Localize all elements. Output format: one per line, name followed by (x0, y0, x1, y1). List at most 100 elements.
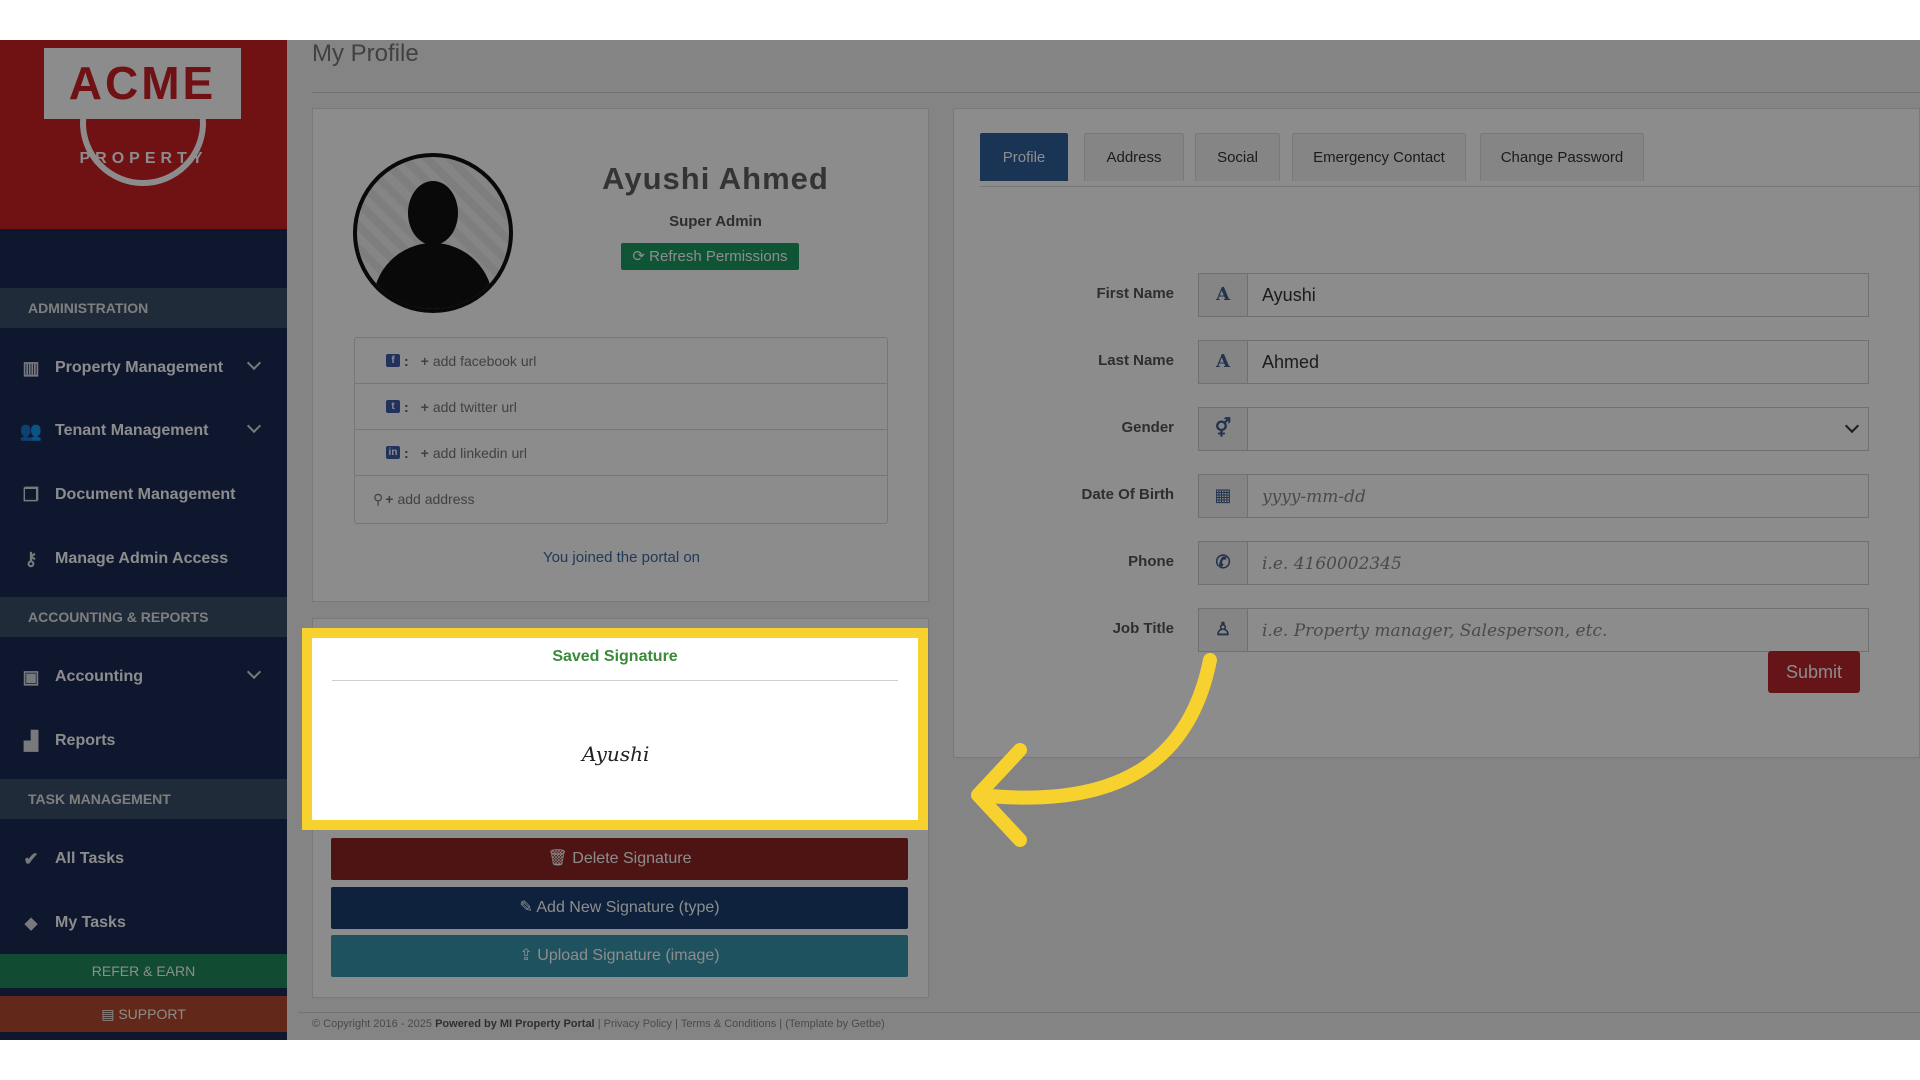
footer-copyright: © Copyright 2016 - 2025 (312, 1018, 433, 1030)
sidebar-item-property-management[interactable]: ▥ Property Management (0, 340, 287, 396)
logo-text: ACME (44, 48, 241, 119)
sidebar-item-tenant-management[interactable]: 👥 Tenant Management (0, 403, 287, 459)
phone-row: Phone ✆ (954, 541, 1920, 585)
support-label: SUPPORT (118, 1006, 186, 1022)
plus-icon: + (420, 398, 429, 415)
social-links-list: f: + add facebook url t: + add twitter url… (354, 337, 888, 524)
edit-icon: ✎ (519, 899, 537, 916)
footer-template: (Template by Getbe) (785, 1018, 885, 1030)
support-button[interactable]: ▤ SUPPORT (0, 996, 287, 1032)
gender-label: Gender (1121, 419, 1174, 436)
add-linkedin-link[interactable]: add linkedin url (433, 445, 527, 461)
map-marker-icon: ⚲ (373, 490, 384, 507)
footer-powered-by[interactable]: Powered by MI Property Portal (435, 1018, 595, 1030)
refresh-label: Refresh Permissions (649, 248, 788, 265)
refer-earn-button[interactable]: REFER & EARN (0, 954, 287, 988)
delete-signature-label: Delete Signature (572, 850, 692, 867)
last-name-row: Last Name A (954, 340, 1920, 384)
support-icon: ▤ (101, 1006, 119, 1022)
job-title-input[interactable] (1247, 608, 1869, 652)
sidebar: ACME PROPERTY ADMINISTRATION ▥ Property … (0, 40, 287, 1040)
footer-links[interactable]: | Privacy Policy | Terms & Conditions | (598, 1018, 782, 1030)
social-row-twitter[interactable]: t: + add twitter url (355, 384, 887, 430)
sidebar-item-label: Tenant Management (55, 422, 209, 439)
bar-chart-icon: ▟ (24, 730, 38, 751)
tab-emergency-contact[interactable]: Emergency Contact (1292, 133, 1466, 181)
chevron-down-icon (246, 355, 262, 371)
documents-icon: ❐ (22, 484, 40, 505)
building-icon: ▥ (22, 357, 40, 378)
callout-arrow-icon (971, 653, 1217, 847)
job-title-label: Job Title (1112, 620, 1174, 637)
sidebar-item-my-tasks[interactable]: ⬥ My Tasks (0, 895, 287, 951)
footer: © Copyright 2016 - 2025 Powered by MI Pr… (298, 1012, 1920, 1040)
social-row-facebook[interactable]: f: + add facebook url (355, 338, 887, 384)
section-task-management: TASK MANAGEMENT (0, 779, 287, 819)
users-icon: 👥 (19, 420, 43, 441)
social-row-address[interactable]: ⚲ + add address (355, 476, 887, 522)
sidebar-item-document-management[interactable]: ❐ Document Management (0, 467, 287, 523)
phone-input[interactable] (1247, 541, 1869, 585)
upload-signature-label: Upload Signature (image) (537, 947, 720, 964)
linkedin-icon: in (386, 446, 400, 459)
delete-signature-button[interactable]: 🗑 Delete Signature (331, 838, 908, 880)
saved-signature-title: Saved Signature (552, 648, 678, 665)
phone-icon: ✆ (1198, 541, 1247, 585)
dob-row: Date Of Birth ▦ (954, 474, 1920, 518)
tag-icon: ⬥ (24, 912, 38, 933)
add-facebook-link[interactable]: add facebook url (433, 353, 537, 369)
divider (332, 680, 898, 681)
logo[interactable]: ACME PROPERTY (0, 40, 287, 229)
sidebar-item-label: Document Management (55, 486, 236, 503)
social-row-linkedin[interactable]: in: + add linkedin url (355, 430, 887, 476)
gender-select[interactable] (1247, 407, 1869, 451)
first-name-row: First Name A (954, 273, 1920, 317)
chevron-down-icon (246, 664, 262, 680)
last-name-label: Last Name (1098, 352, 1174, 369)
sidebar-item-all-tasks[interactable]: ✔ All Tasks (0, 831, 287, 887)
logo-subtext: PROPERTY (79, 150, 208, 167)
plus-icon: + (420, 444, 429, 461)
sidebar-item-label: My Tasks (55, 914, 126, 931)
tab-social[interactable]: Social (1195, 133, 1280, 181)
section-accounting-reports: ACCOUNTING & REPORTS (0, 597, 287, 637)
dob-input[interactable] (1247, 474, 1869, 518)
section-administration: ADMINISTRATION (0, 288, 287, 328)
add-address-link[interactable]: add address (397, 491, 474, 507)
first-name-input[interactable] (1247, 273, 1869, 317)
avatar-head (408, 181, 458, 245)
signature-image: Ayushi (582, 742, 650, 766)
refresh-permissions-button[interactable]: ⟳ Refresh Permissions (621, 243, 799, 270)
submit-button[interactable]: Submit (1768, 651, 1860, 693)
money-icon: ▣ (22, 666, 40, 687)
app-window: ACME PROPERTY ADMINISTRATION ▥ Property … (0, 40, 1920, 1040)
calendar-icon: ▦ (1198, 474, 1247, 518)
trash-icon: 🗑 (547, 850, 573, 867)
sidebar-item-reports[interactable]: ▟ Reports (0, 713, 287, 769)
last-name-input[interactable] (1247, 340, 1869, 384)
saved-signature-highlight: Saved Signature Ayushi (302, 628, 928, 830)
add-signature-button[interactable]: ✎ Add New Signature (type) (331, 887, 908, 929)
tab-change-password[interactable]: Change Password (1480, 133, 1644, 181)
user-name: Ayushi Ahmed (602, 161, 829, 196)
tab-bar: Profile Address Social Emergency Contact… (980, 133, 1920, 187)
refresh-icon: ⟳ (632, 248, 650, 265)
user-role: Super Admin (669, 213, 762, 230)
twitter-icon: t (386, 400, 400, 413)
joined-text: You joined the portal on (542, 549, 701, 566)
dob-label: Date Of Birth (1081, 486, 1174, 503)
key-icon: ⚷ (24, 548, 38, 569)
text-icon: A (1198, 273, 1247, 317)
page-title: My Profile (312, 40, 419, 67)
avatar-body (373, 243, 493, 309)
tab-profile[interactable]: Profile (980, 133, 1068, 181)
avatar[interactable] (353, 153, 513, 313)
sidebar-item-label: Accounting (55, 668, 143, 685)
upload-signature-button[interactable]: ⇪ Upload Signature (image) (331, 935, 908, 977)
gender-icon: ⚥ (1198, 407, 1247, 451)
add-twitter-link[interactable]: add twitter url (433, 399, 517, 415)
tab-address[interactable]: Address (1084, 133, 1184, 181)
sidebar-item-accounting[interactable]: ▣ Accounting (0, 649, 287, 705)
sidebar-item-manage-admin-access[interactable]: ⚷ Manage Admin Access (0, 531, 287, 587)
plus-icon: + (385, 491, 394, 507)
